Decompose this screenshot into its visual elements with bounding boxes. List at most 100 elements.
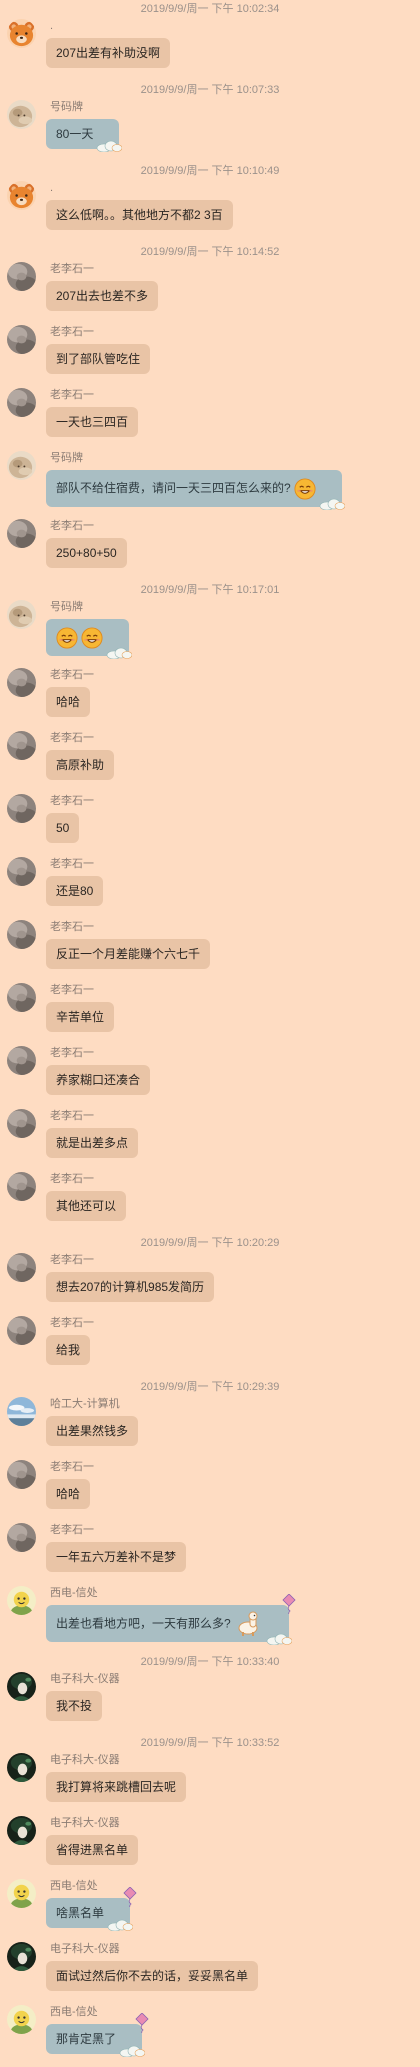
dark-anime-avatar[interactable] — [7, 1672, 36, 1701]
chat-message: 哈工大-计算机出差果然钱多 — [0, 1396, 420, 1459]
chat-message: 老李石一 一年五六万差补不是梦 — [0, 1522, 420, 1585]
message-bubble[interactable]: 部队不给住宿费，请问一天三四百怎么来的? — [46, 470, 345, 510]
kite-decoration-icon — [135, 2013, 149, 2033]
kite-decoration-icon — [123, 1887, 137, 1907]
sender-name: 老李石一 — [50, 1461, 94, 1473]
message-text: 50 — [56, 821, 70, 835]
chat-message: 西电-信处 啥黑名单 — [0, 1878, 420, 1941]
chat-message: 老李石一 50 — [0, 793, 420, 856]
sender-name: 老李石一 — [50, 520, 94, 532]
gray-photo-avatar[interactable] — [7, 857, 36, 886]
sender-name: 西电-信处 — [50, 1587, 98, 1599]
timestamp: 2019/9/9/周一 下午 10:29:39 — [140, 1381, 280, 1393]
sender-name: 号码牌 — [50, 452, 83, 464]
message-text: 其他还可以 — [56, 1199, 117, 1213]
bear-avatar[interactable] — [7, 19, 36, 48]
gray-photo-avatar[interactable] — [7, 920, 36, 949]
fluffy-dog-avatar[interactable] — [7, 451, 36, 480]
chat-message: 老李石一 想去207的计算机985发简历 — [0, 1252, 420, 1315]
message-bubble[interactable]: 哈哈 — [46, 687, 91, 717]
gray-photo-avatar[interactable] — [7, 1316, 36, 1345]
sender-name: 号码牌 — [50, 601, 83, 613]
gray-photo-avatar[interactable] — [7, 325, 36, 354]
gray-photo-avatar[interactable] — [7, 1109, 36, 1138]
message-bubble[interactable]: 那肯定黑了 — [46, 2013, 149, 2057]
message-bubble[interactable]: 我打算将来跳槽回去呢 — [46, 1772, 187, 1802]
gray-photo-avatar[interactable] — [7, 731, 36, 760]
message-bubble[interactable]: 还是80 — [46, 876, 104, 906]
message-bubble[interactable]: 我不投 — [46, 1691, 103, 1721]
sender-name: 号码牌 — [50, 101, 83, 113]
message-bubble[interactable]: 207出差有补助没啊 — [46, 38, 171, 68]
fluffy-dog-avatar[interactable] — [7, 100, 36, 129]
gray-photo-avatar[interactable] — [7, 262, 36, 291]
gray-photo-avatar[interactable] — [7, 794, 36, 823]
message-bubble[interactable]: 出差也看地方吧，一天有那么多? — [46, 1594, 296, 1645]
gray-photo-avatar[interactable] — [7, 1172, 36, 1201]
message-text: 250+80+50 — [56, 546, 117, 560]
gray-photo-avatar[interactable] — [7, 1460, 36, 1489]
message-bubble[interactable]: 哈哈 — [46, 1479, 91, 1509]
message-bubble[interactable]: 80一天 — [46, 119, 123, 152]
sender-name: 西电-信处 — [50, 2006, 98, 2018]
timestamp: 2019/9/9/周一 下午 10:33:52 — [140, 1737, 280, 1749]
message-bubble[interactable]: 高原补助 — [46, 750, 115, 780]
dark-anime-avatar[interactable] — [7, 1816, 36, 1845]
message-text: 我打算将来跳槽回去呢 — [56, 1780, 177, 1794]
message-bubble[interactable]: 出差果然钱多 — [46, 1416, 139, 1446]
sender-name: 老李石一 — [50, 984, 94, 996]
message-bubble[interactable]: 207出去也差不多 — [46, 281, 159, 311]
message-bubble[interactable]: 250+80+50 — [46, 538, 127, 568]
gray-photo-avatar[interactable] — [7, 1523, 36, 1552]
message-text: 哈哈 — [56, 695, 81, 709]
message-bubble[interactable]: 一天也三四百 — [46, 407, 139, 437]
message-bubble[interactable]: 就是出差多点 — [46, 1128, 139, 1158]
message-text: 高原补助 — [56, 758, 105, 772]
message-text: 就是出差多点 — [56, 1136, 129, 1150]
message-text: 207出去也差不多 — [56, 289, 149, 303]
sender-name: 老李石一 — [50, 1047, 94, 1059]
yellow-cartoon-avatar[interactable] — [7, 1879, 36, 1908]
chat-message: 电子科大-仪器 面试过然后你不去的话，妥妥黑名单 — [0, 1941, 420, 2004]
gray-photo-avatar[interactable] — [7, 388, 36, 417]
cloud-decoration-icon — [266, 1633, 292, 1645]
chat-message: 老李石一 还是80 — [0, 856, 420, 919]
dark-anime-avatar[interactable] — [7, 1753, 36, 1782]
chat-history[interactable]: 2019/9/9/周一 下午 10:02:34. 207出差有补助没啊 2019/9… — [0, 0, 420, 2067]
message-bubble[interactable]: 给我 — [46, 1335, 91, 1365]
message-bubble[interactable] — [46, 619, 132, 659]
message-bubble[interactable]: 省得进黑名单 — [46, 1835, 139, 1865]
message-bubble[interactable]: 辛苦单位 — [46, 1002, 115, 1032]
message-text: 啥黑名单 — [56, 1906, 105, 1920]
smile-emoji-icon — [81, 627, 103, 649]
message-text: 80一天 — [56, 127, 94, 141]
bear-avatar[interactable] — [7, 181, 36, 210]
message-bubble[interactable]: 一年五六万差补不是梦 — [46, 1542, 187, 1572]
gray-photo-avatar[interactable] — [7, 1253, 36, 1282]
chat-message: 老李石一哈哈 — [0, 1459, 420, 1522]
message-bubble[interactable]: 到了部队管吃住 — [46, 344, 151, 374]
message-text: 出差果然钱多 — [56, 1424, 129, 1438]
chat-message: 号码牌 — [0, 599, 420, 667]
timestamp: 2019/9/9/周一 下午 10:33:40 — [140, 1656, 280, 1668]
message-bubble[interactable]: 啥黑名单 — [46, 1887, 137, 1931]
message-bubble[interactable]: 反正一个月差能赚个六七千 — [46, 939, 211, 969]
chat-message: 老李石一养家糊口还凑合 — [0, 1045, 420, 1108]
sender-name: 哈工大-计算机 — [50, 1398, 120, 1410]
gray-photo-avatar[interactable] — [7, 519, 36, 548]
yellow-cartoon-avatar[interactable] — [7, 1586, 36, 1615]
fluffy-dog-avatar[interactable] — [7, 600, 36, 629]
message-bubble[interactable]: 想去207的计算机985发简历 — [46, 1272, 215, 1302]
message-text: 我不投 — [56, 1699, 93, 1713]
yellow-cartoon-avatar[interactable] — [7, 2005, 36, 2034]
message-bubble[interactable]: 这么低啊。。其他地方不都2 3百 — [46, 200, 233, 230]
gray-photo-avatar[interactable] — [7, 1046, 36, 1075]
message-bubble[interactable]: 面试过然后你不去的话，妥妥黑名单 — [46, 1961, 259, 1991]
gray-photo-avatar[interactable] — [7, 668, 36, 697]
message-bubble[interactable]: 50 — [46, 813, 80, 843]
message-bubble[interactable]: 养家糊口还凑合 — [46, 1065, 151, 1095]
message-bubble[interactable]: 其他还可以 — [46, 1191, 127, 1221]
gray-photo-avatar[interactable] — [7, 983, 36, 1012]
landscape-avatar[interactable] — [7, 1397, 36, 1426]
dark-anime-avatar[interactable] — [7, 1942, 36, 1971]
